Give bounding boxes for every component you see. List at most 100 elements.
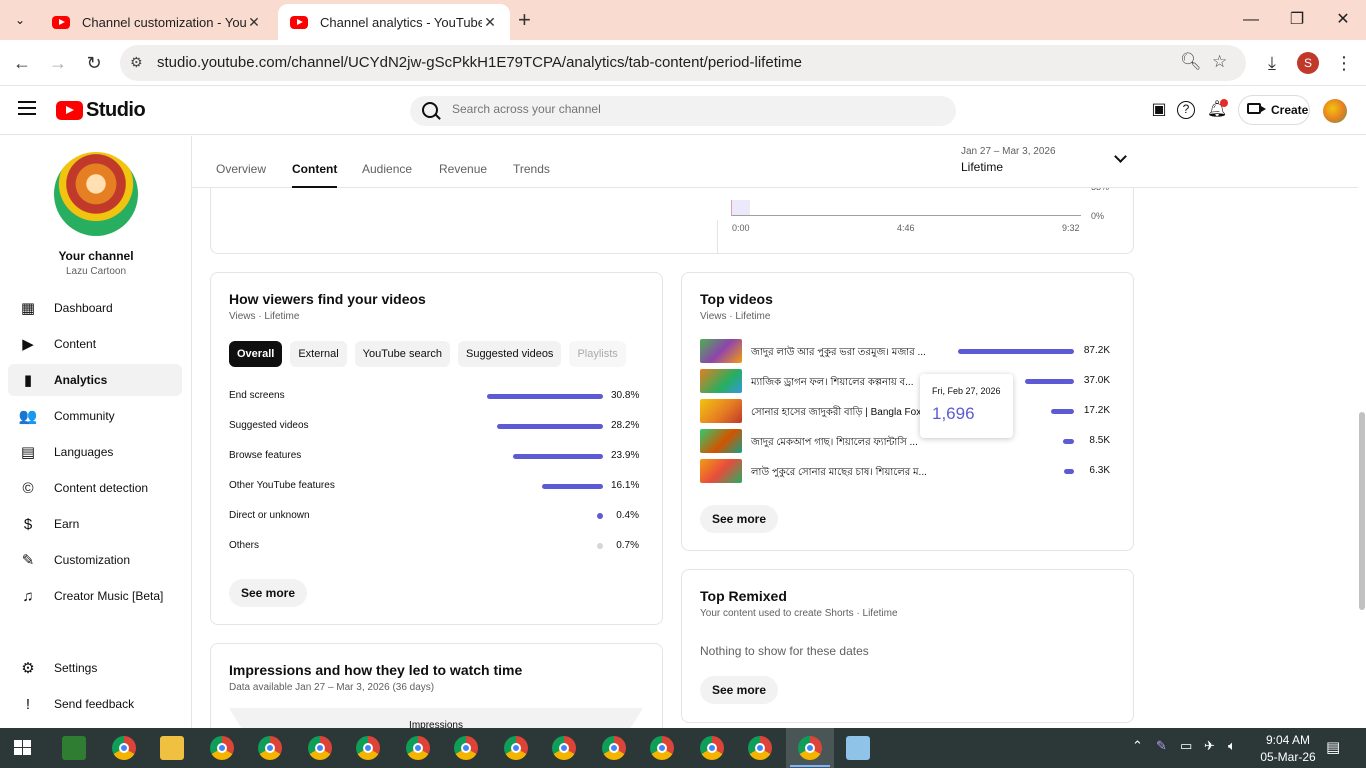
tab-revenue[interactable]: Revenue (439, 162, 487, 176)
chrome-profile-app-icon[interactable] (552, 736, 576, 760)
page-scrollbar[interactable] (1358, 136, 1366, 728)
top-video-row[interactable]: লাউ পুকুরে সোনার মাছের চাষ। শিয়ালের ম..… (700, 459, 1112, 485)
address-bar[interactable]: ⚙ studio.youtube.com/channel/UCYdN2jw-gS… (120, 45, 1246, 81)
chip-suggested-videos[interactable]: Suggested videos (457, 341, 562, 367)
chip-external[interactable]: External (290, 341, 347, 367)
scroll-thumb[interactable] (1359, 412, 1365, 610)
chrome-profile-app-icon[interactable] (602, 736, 626, 760)
traffic-source-row[interactable]: Browse features 23.9% (229, 446, 639, 466)
zoom-icon[interactable]: 🔍︎ (1180, 52, 1202, 72)
tray-volume-icon[interactable]: 🔈︎ (1228, 738, 1236, 754)
forward-icon[interactable]: → (46, 51, 70, 75)
minimize-icon[interactable]: — (1228, 0, 1274, 40)
browser-profile-avatar[interactable]: S (1297, 52, 1319, 74)
new-tab-button[interactable]: + (518, 8, 531, 32)
sidebar-item-analytics[interactable]: ▮ Analytics (8, 364, 182, 396)
traffic-source-row[interactable]: Suggested videos 28.2% (229, 416, 639, 436)
reload-icon[interactable]: ↻ (82, 51, 106, 75)
chip-overall[interactable]: Overall (229, 341, 283, 367)
account-avatar[interactable] (1323, 99, 1347, 123)
see-more-button[interactable]: See more (229, 579, 308, 607)
sidebar-item-customization[interactable]: ✎ Customization (8, 544, 182, 576)
create-button[interactable]: Create (1238, 95, 1310, 125)
traffic-source-row[interactable]: Direct or unknown 0.4% (229, 506, 639, 526)
browser-tab-analytics[interactable]: Channel analytics - YouTube Studio ✕ (278, 4, 510, 40)
sidebar-item-feedback[interactable]: ! Send feedback (8, 688, 182, 720)
site-info-icon[interactable]: ⚙ (130, 54, 143, 71)
channel-title[interactable]: Your channel (0, 249, 192, 263)
video-thumbnail[interactable] (700, 429, 742, 453)
tray-battery-icon[interactable]: ▭ (1180, 738, 1192, 754)
video-title[interactable]: লাউ পুকুরে সোনার মাছের চাষ। শিয়ালের ম..… (751, 465, 935, 482)
search-input[interactable] (452, 102, 932, 116)
impressions-funnel[interactable]: Impressions (229, 708, 643, 728)
chrome-app-icon[interactable] (210, 736, 234, 760)
see-more-button[interactable]: See more (700, 676, 779, 704)
see-more-button[interactable]: See more (700, 505, 779, 533)
tab-content[interactable]: Content (292, 162, 338, 188)
taskbar-clock-date[interactable]: 05-Mar-26 (1258, 750, 1318, 764)
date-period-label[interactable]: Lifetime (961, 160, 1003, 174)
video-title[interactable]: জাদুর মেকআপ গাছ। শিয়ালের ফ্যান্টাসি ... (751, 435, 935, 452)
taskbar-clock-time[interactable]: 9:04 AM (1258, 733, 1318, 747)
calculator-app-icon[interactable] (62, 736, 86, 760)
sidebar-item-earn[interactable]: $ Earn (8, 508, 182, 540)
tab-overview[interactable]: Overview (216, 162, 266, 176)
sidebar-item-content[interactable]: ▶ Content (8, 328, 182, 360)
chrome-active-app-icon[interactable] (798, 736, 822, 760)
chrome-profile-app-icon[interactable] (650, 736, 674, 760)
close-window-icon[interactable]: ✕ (1320, 0, 1366, 40)
notepad-app-icon[interactable] (846, 736, 870, 760)
chip-youtube-search[interactable]: YouTube search (354, 341, 450, 367)
chrome-profile-app-icon[interactable] (700, 736, 724, 760)
video-thumbnail[interactable] (700, 369, 742, 393)
tab-audience[interactable]: Audience (362, 162, 412, 176)
video-thumbnail[interactable] (700, 339, 742, 363)
tray-chevron-up-icon[interactable]: ⌃ (1132, 738, 1143, 754)
bookmark-star-icon[interactable]: ☆ (1212, 52, 1227, 72)
notifications-center-icon[interactable]: ▤ (1326, 738, 1340, 756)
chrome-profile-app-icon[interactable] (308, 736, 332, 760)
retention-plot[interactable] (731, 200, 1081, 216)
comments-icon[interactable]: ▣ (1148, 99, 1170, 121)
video-title[interactable]: জাদুর লাউ আর পুকুর ভরা তরমুজ। মজার ... (751, 345, 935, 362)
menu-icon[interactable] (18, 101, 36, 115)
sidebar-item-creator[interactable]: ♫ Creator Music [Beta] (8, 580, 182, 612)
date-range-text[interactable]: Jan 27 – Mar 3, 2026 (961, 146, 1056, 157)
tray-airplane-icon[interactable]: ✈ (1204, 738, 1215, 754)
video-title[interactable]: সোনার হাসের জাদুকরী বাড়ি | Bangla Fox..… (751, 405, 935, 422)
help-icon[interactable]: ? (1177, 101, 1195, 119)
youtube-logo-icon[interactable] (56, 101, 83, 120)
sidebar-item-content[interactable]: © Content detection (8, 472, 182, 504)
top-video-row[interactable]: জাদুর লাউ আর পুকুর ভরা তরমুজ। মজার ... 87… (700, 339, 1112, 365)
studio-logo-text[interactable]: Studio (86, 99, 146, 122)
channel-avatar[interactable] (54, 152, 138, 236)
tab-trends[interactable]: Trends (513, 162, 550, 176)
chrome-profile-app-icon[interactable] (258, 736, 282, 760)
sidebar-item-community[interactable]: 👥 Community (8, 400, 182, 432)
channel-search[interactable] (410, 96, 956, 126)
url-text[interactable]: studio.youtube.com/channel/UCYdN2jw-gScP… (157, 54, 802, 71)
chrome-profile-app-icon[interactable] (406, 736, 430, 760)
sidebar-item-languages[interactable]: ▤ Languages (8, 436, 182, 468)
traffic-source-row[interactable]: End screens 30.8% (229, 386, 639, 406)
chrome-app-icon[interactable] (112, 736, 136, 760)
browser-tab-customization[interactable]: Channel customization - YouTube Studio ✕ (40, 4, 274, 40)
sidebar-item-settings[interactable]: ⚙ Settings (8, 652, 182, 684)
browser-menu-icon[interactable]: ⋮ (1332, 51, 1356, 75)
video-title[interactable]: ম্যাজিক ড্রাগন ফল। শিয়ালের কল্পনায় ব..… (751, 375, 935, 392)
top-video-row[interactable]: জাদুর মেকআপ গাছ। শিয়ালের ফ্যান্টাসি ...… (700, 429, 1112, 455)
tray-pen-icon[interactable]: ✎ (1156, 738, 1167, 754)
top-video-row[interactable]: ম্যাজিক ড্রাগন ফল। শিয়ালের কল্পনায় ব..… (700, 369, 1112, 395)
windows-start-icon[interactable] (14, 740, 32, 756)
chip-playlists[interactable]: Playlists (569, 341, 626, 367)
download-icon[interactable]: ⤓ (1260, 51, 1284, 75)
traffic-source-row[interactable]: Other YouTube features 16.1% (229, 476, 639, 496)
video-thumbnail[interactable] (700, 459, 742, 483)
chevron-down-icon[interactable] (1114, 150, 1127, 163)
close-tab-icon[interactable]: ✕ (482, 14, 498, 31)
back-icon[interactable]: ← (10, 51, 34, 75)
video-thumbnail[interactable] (700, 399, 742, 423)
chrome-profile-app-icon[interactable] (504, 736, 528, 760)
file-explorer-app-icon[interactable] (160, 736, 184, 760)
